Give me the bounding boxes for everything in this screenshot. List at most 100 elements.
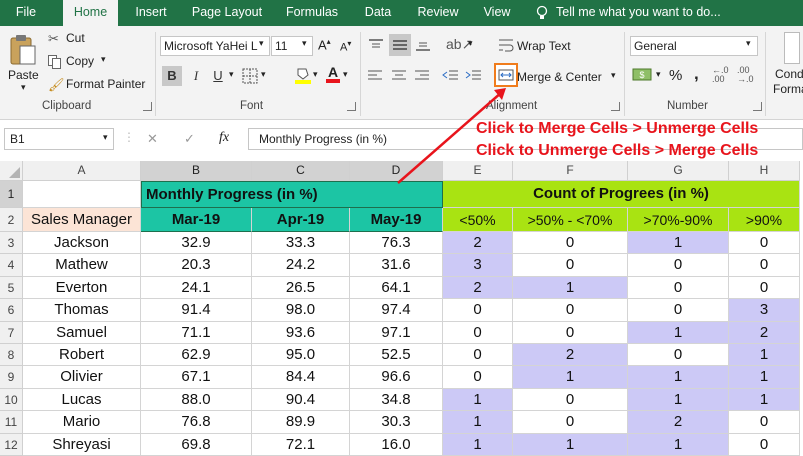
tell-me-search[interactable]: Tell me what you want to do... [556, 0, 726, 26]
table-cell[interactable]: 0 [729, 232, 800, 255]
increase-decimal-icon[interactable]: ←.0.00 [712, 66, 729, 84]
format-painter-icon[interactable]: 🖌 [48, 77, 65, 93]
header-g[interactable]: >70%-90% [628, 208, 729, 232]
wrap-text-button[interactable]: Wrap Text [517, 39, 571, 53]
fill-color-icon[interactable] [295, 66, 311, 84]
table-cell[interactable]: 76.3 [350, 232, 443, 255]
fill-color-dropdown-icon[interactable]: ▾ [313, 69, 318, 80]
column-header-c[interactable]: C [252, 161, 350, 181]
font-launcher-icon[interactable] [347, 102, 356, 111]
table-cell[interactable]: 1 [628, 232, 729, 255]
paste-button-label[interactable]: Paste [8, 68, 39, 82]
row-header-4[interactable]: 4 [0, 254, 23, 277]
orientation-dropdown-icon[interactable]: ▾ [468, 38, 473, 49]
decrease-decimal-icon[interactable]: .00 →.0 [737, 66, 754, 84]
borders-icon[interactable] [242, 68, 258, 84]
bold-button[interactable]: B [162, 66, 182, 86]
header-e[interactable]: <50% [443, 208, 513, 232]
table-cell[interactable]: 1 [443, 411, 513, 434]
row-header-6[interactable]: 6 [0, 299, 23, 322]
comma-button[interactable]: , [694, 64, 699, 84]
tab-file[interactable]: File [6, 0, 46, 26]
font-color-dropdown-icon[interactable]: ▾ [343, 69, 348, 80]
table-cell[interactable]: 98.0 [252, 299, 350, 322]
row-header-11[interactable]: 11 [0, 411, 23, 434]
decrease-font-icon[interactable]: A▾ [340, 39, 351, 54]
copy-icon[interactable] [48, 55, 61, 69]
table-cell[interactable]: 2 [443, 276, 513, 300]
table-cell[interactable]: 1 [513, 366, 628, 389]
table-cell[interactable]: 26.5 [252, 276, 350, 300]
table-cell[interactable]: 71.1 [141, 321, 252, 344]
row-header-8[interactable]: 8 [0, 344, 23, 367]
table-cell[interactable]: 2 [443, 232, 513, 255]
table-cell[interactable]: 0 [729, 276, 800, 300]
cell-sales-manager[interactable]: Robert [23, 344, 141, 367]
table-cell[interactable]: 30.3 [350, 411, 443, 434]
font-color-icon[interactable]: A [326, 64, 340, 84]
cell-sales-manager[interactable]: Olivier [23, 366, 141, 389]
copy-dropdown-icon[interactable]: ▾ [101, 54, 106, 65]
conditional-formatting-label-1[interactable]: Cond [775, 67, 803, 81]
table-cell[interactable]: 91.4 [141, 299, 252, 322]
clipboard-launcher-icon[interactable] [143, 102, 152, 111]
name-box-dropdown-icon[interactable]: ▾ [103, 132, 108, 143]
table-cell[interactable]: 2 [628, 411, 729, 434]
column-header-h[interactable]: H [729, 161, 800, 181]
cell-sales-manager[interactable]: Samuel [23, 321, 141, 344]
font-name-field[interactable]: Microsoft YaHei L [160, 36, 270, 56]
table-cell[interactable]: 93.6 [252, 321, 350, 344]
underline-dropdown-icon[interactable]: ▾ [229, 69, 234, 80]
tab-review[interactable]: Review [410, 0, 466, 26]
tab-page-layout[interactable]: Page Layout [186, 0, 268, 26]
table-cell[interactable]: 67.1 [141, 366, 252, 389]
table-cell[interactable]: 90.4 [252, 388, 350, 412]
merge-center-button[interactable]: Merge & Center [517, 70, 602, 84]
cell-a1[interactable] [23, 181, 141, 208]
font-name-dropdown-icon[interactable]: ▾ [259, 38, 264, 49]
column-header-a[interactable]: A [23, 161, 141, 181]
format-painter-button[interactable]: Format Painter [66, 77, 145, 91]
table-cell[interactable]: 0 [628, 276, 729, 300]
table-cell[interactable]: 96.6 [350, 366, 443, 389]
table-cell[interactable]: 31.6 [350, 254, 443, 277]
font-size-dropdown-icon[interactable]: ▾ [302, 38, 307, 49]
table-cell[interactable]: 0 [729, 411, 800, 434]
conditional-formatting-icon[interactable] [784, 32, 800, 64]
table-cell[interactable]: 76.8 [141, 411, 252, 434]
currency-icon[interactable]: $ [632, 66, 654, 84]
tab-data[interactable]: Data [357, 0, 399, 26]
table-cell[interactable]: 84.4 [252, 366, 350, 389]
table-cell[interactable]: 97.4 [350, 299, 443, 322]
table-cell[interactable]: 3 [443, 254, 513, 277]
wrap-text-icon[interactable] [498, 37, 514, 53]
tab-formulas[interactable]: Formulas [279, 0, 345, 26]
table-cell[interactable]: 95.0 [252, 344, 350, 367]
table-cell[interactable]: 1 [628, 366, 729, 389]
column-header-f[interactable]: F [513, 161, 628, 181]
row-header-1[interactable]: 1 [0, 181, 23, 208]
italic-button[interactable]: I [186, 66, 206, 86]
table-cell[interactable]: 1 [729, 344, 800, 367]
table-cell[interactable]: 0 [729, 254, 800, 277]
table-cell[interactable]: 0 [513, 411, 628, 434]
table-cell[interactable]: 34.8 [350, 388, 443, 412]
header-h[interactable]: >90% [729, 208, 800, 232]
cell-sales-manager[interactable]: Lucas [23, 388, 141, 412]
paste-icon[interactable] [8, 32, 38, 68]
row-header-2[interactable]: 2 [0, 208, 23, 232]
table-cell[interactable]: 33.3 [252, 232, 350, 255]
table-cell[interactable]: 0 [513, 299, 628, 322]
table-cell[interactable]: 24.1 [141, 276, 252, 300]
align-left-icon[interactable] [368, 69, 382, 82]
table-cell[interactable]: 97.1 [350, 321, 443, 344]
currency-dropdown-icon[interactable]: ▾ [656, 69, 661, 80]
tab-insert[interactable]: Insert [128, 0, 174, 26]
table-cell[interactable]: 20.3 [141, 254, 252, 277]
table-cell[interactable]: 88.0 [141, 388, 252, 412]
table-cell[interactable]: 1 [729, 366, 800, 389]
table-cell[interactable]: 0 [513, 388, 628, 412]
table-cell[interactable]: 62.9 [141, 344, 252, 367]
header-b[interactable]: Mar-19 [141, 208, 252, 232]
table-cell[interactable]: 64.1 [350, 276, 443, 300]
